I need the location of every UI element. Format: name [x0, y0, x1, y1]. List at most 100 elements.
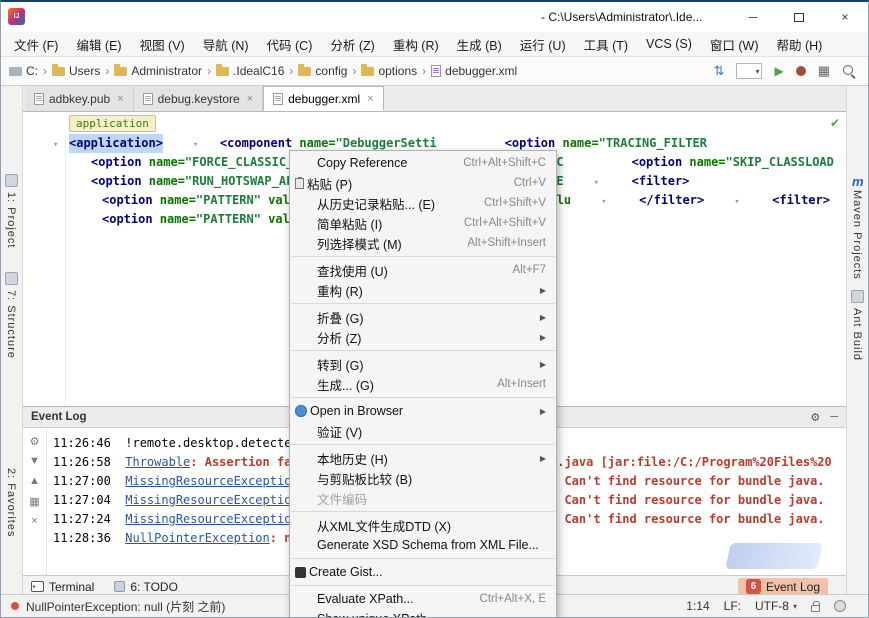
- menubar-item[interactable]: 视图 (V): [131, 32, 194, 57]
- close-tab-icon[interactable]: ×: [117, 93, 123, 105]
- settings-icon[interactable]: ⚙: [28, 434, 42, 448]
- layout-icon[interactable]: ▦: [28, 494, 42, 508]
- tool-button-structure[interactable]: 7: Structure: [5, 290, 17, 359]
- context-menu-item[interactable]: 粘贴 (P)Ctrl+V: [290, 173, 556, 193]
- tool-button-maven-projects[interactable]: Maven Projects: [851, 190, 863, 280]
- maximize-button[interactable]: [776, 2, 822, 32]
- breadcrumb-item[interactable]: Administrator: [114, 64, 202, 78]
- breadcrumb-item[interactable]: .IdealC16: [216, 64, 284, 78]
- exception-link[interactable]: NullPointerException: [125, 531, 270, 545]
- breadcrumb-item[interactable]: C:: [9, 64, 38, 78]
- context-menu-item[interactable]: 转到 (G)▶: [290, 354, 556, 374]
- code-line[interactable]: <option name="SKIP_CLASSLOAD: [564, 155, 834, 169]
- filter-icon[interactable]: ▼: [28, 454, 42, 468]
- expand-icon[interactable]: ▲: [28, 474, 42, 488]
- tool-button-favorites[interactable]: 2: Favorites: [5, 468, 17, 537]
- tool-button-todo[interactable]: 6: TODO: [114, 580, 178, 594]
- project-tool-icon[interactable]: [5, 174, 18, 187]
- tool-button-project[interactable]: 1: Project: [5, 192, 17, 248]
- context-menu-item[interactable]: 简单粘贴 (I)Ctrl+Alt+Shift+V: [290, 213, 556, 233]
- maven-icon[interactable]: m: [852, 174, 864, 189]
- run-icon[interactable]: ▶: [774, 64, 783, 78]
- fold-marker-icon[interactable]: ▾: [594, 174, 599, 193]
- menubar-item[interactable]: VCS (S): [637, 34, 701, 54]
- grid-icon[interactable]: ▦: [818, 63, 830, 79]
- scroll-sort-icon[interactable]: ⇅: [714, 63, 725, 79]
- context-menu-item[interactable]: 本地历史 (H)▶: [290, 448, 556, 468]
- search-icon[interactable]: [842, 64, 856, 78]
- tool-button-ant-build[interactable]: Ant Build: [851, 308, 863, 361]
- context-menu-item[interactable]: Show unique XPath: [290, 609, 556, 618]
- run-config-combo[interactable]: ▾: [736, 63, 762, 79]
- structure-tool-icon[interactable]: [5, 272, 18, 285]
- exception-link[interactable]: MissingResourceException: [125, 512, 298, 526]
- exception-link[interactable]: MissingResourceException: [125, 474, 298, 488]
- tool-button-event-log[interactable]: 6 Event Log: [738, 578, 828, 595]
- hide-panel-icon[interactable]: ─: [830, 411, 838, 423]
- code-line[interactable]: <option name="TRACING_FILTER: [437, 136, 707, 150]
- close-tab-icon[interactable]: ×: [247, 93, 253, 105]
- readonly-lock-icon[interactable]: [811, 605, 820, 612]
- menubar-item[interactable]: 文件 (F): [5, 32, 67, 57]
- menubar-item[interactable]: 导航 (N): [194, 32, 258, 57]
- code-line[interactable]: ▾<component name="DebuggerSetti: [163, 136, 437, 150]
- context-menu-item[interactable]: 验证 (V): [290, 421, 556, 441]
- menubar-item[interactable]: 重构 (R): [384, 32, 448, 57]
- context-menu-item[interactable]: Copy ReferenceCtrl+Alt+Shift+C: [290, 153, 556, 173]
- context-menu-item[interactable]: 与剪贴板比较 (B): [290, 468, 556, 488]
- menubar-item[interactable]: 工具 (T): [575, 32, 637, 57]
- code-line[interactable]: ▾<application>: [23, 136, 163, 150]
- menubar-item[interactable]: 分析 (Z): [321, 32, 383, 57]
- caret-position[interactable]: 1:14: [686, 599, 709, 613]
- code-line[interactable]: ▾<filter>: [564, 174, 690, 188]
- debug-icon[interactable]: [796, 66, 806, 76]
- tool-button-terminal[interactable]: Terminal: [31, 580, 94, 594]
- fold-marker-icon[interactable]: ▾: [734, 193, 739, 212]
- code-line[interactable]: <option name="PATTERN" valu: [23, 193, 297, 207]
- status-message[interactable]: NullPointerException: null (片刻 之前): [26, 598, 225, 615]
- context-menu-item[interactable]: 列选择模式 (M)Alt+Shift+Insert: [290, 233, 556, 253]
- code-line[interactable]: <option name="FORCE_CLASSIC_: [23, 155, 293, 169]
- fold-marker-icon[interactable]: ▾: [53, 136, 58, 155]
- context-menu-item[interactable]: 从XML文件生成DTD (X): [290, 515, 556, 535]
- menubar-item[interactable]: 帮助 (H): [768, 32, 832, 57]
- editor-tab[interactable]: debugger.xml×: [263, 86, 383, 111]
- fold-marker-icon[interactable]: ▾: [601, 193, 606, 212]
- line-separator[interactable]: LF:: [724, 599, 741, 613]
- code-line[interactable]: ▾</filter>: [571, 193, 704, 207]
- close-button[interactable]: ×: [822, 2, 868, 32]
- context-menu-item[interactable]: Open in Browser▶: [290, 401, 556, 421]
- gear-icon[interactable]: ⚙: [810, 411, 820, 424]
- code-line[interactable]: <option name="PATTERN" valu: [23, 212, 297, 226]
- context-menu-item[interactable]: 查找使用 (U)Alt+F7: [290, 260, 556, 280]
- editor-tab[interactable]: adbkey.pub×: [25, 86, 134, 111]
- breadcrumb-tag[interactable]: application: [69, 115, 156, 132]
- ant-icon[interactable]: [851, 290, 864, 303]
- context-menu-item[interactable]: 分析 (Z)▶: [290, 327, 556, 347]
- clear-all-icon[interactable]: ×: [28, 514, 42, 528]
- breadcrumb-item[interactable]: Users: [52, 64, 100, 78]
- close-tab-icon[interactable]: ×: [367, 93, 373, 105]
- context-menu-item[interactable]: Create Gist...: [290, 562, 556, 582]
- context-menu-item[interactable]: 折叠 (G)▶: [290, 307, 556, 327]
- inspection-status-icon[interactable]: ✔: [830, 116, 840, 130]
- menubar-item[interactable]: 代码 (C): [258, 32, 322, 57]
- hector-inspector-icon[interactable]: [834, 600, 846, 612]
- breadcrumb-item[interactable]: config: [298, 64, 347, 78]
- minimize-button[interactable]: ─: [730, 2, 776, 32]
- file-encoding[interactable]: UTF-8: [755, 599, 789, 613]
- exception-link[interactable]: MissingResourceException: [125, 493, 298, 507]
- editor-tab[interactable]: debug.keystore×: [134, 86, 264, 111]
- menubar-item[interactable]: 运行 (U): [511, 32, 575, 57]
- context-menu-item[interactable]: Evaluate XPath...Ctrl+Alt+X, E: [290, 589, 556, 609]
- breadcrumb-item[interactable]: debugger.xml: [431, 64, 517, 78]
- context-menu-item[interactable]: Generate XSD Schema from XML File...: [290, 535, 556, 555]
- menubar-item[interactable]: 编辑 (E): [67, 32, 130, 57]
- exception-link[interactable]: Throwable: [125, 455, 190, 469]
- menubar-item[interactable]: 生成 (B): [448, 32, 511, 57]
- menubar-item[interactable]: 窗口 (W): [701, 32, 768, 57]
- code-line[interactable]: <option name="RUN_HOTSWAP_AF: [23, 174, 293, 188]
- breadcrumb-item[interactable]: options: [361, 64, 417, 78]
- code-line[interactable]: ▾<filter>: [704, 193, 830, 207]
- context-menu-item[interactable]: 生成... (G)Alt+Insert: [290, 374, 556, 394]
